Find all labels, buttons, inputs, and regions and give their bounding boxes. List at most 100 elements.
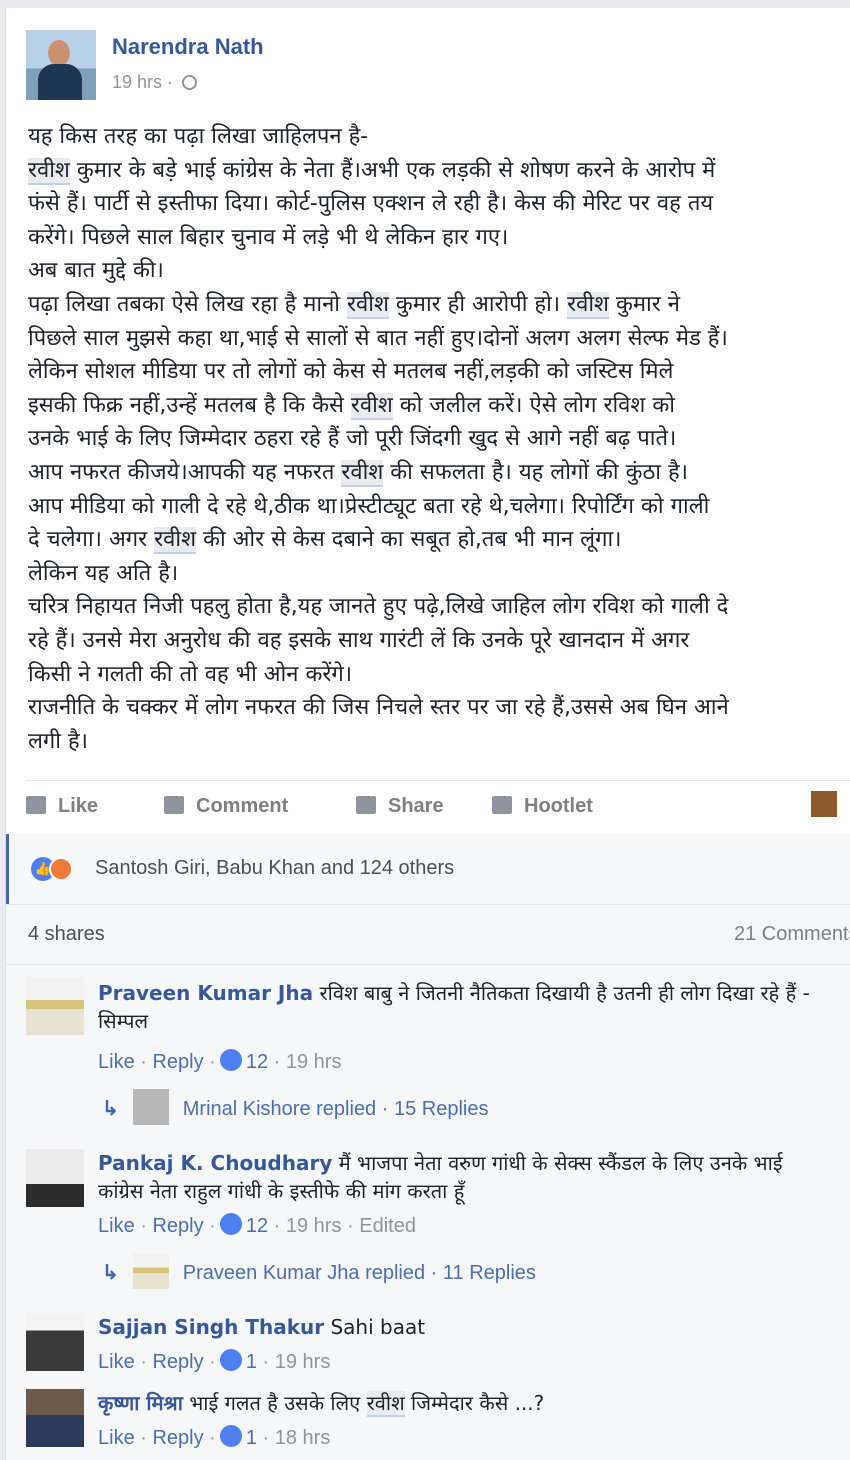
comment-text: Pankaj K. Choudhary मैं भाजपा नेता वरुण … <box>98 1151 783 1175</box>
post-text-line: पिछले साल मुझसे कहा था,भाई से सालों से ब… <box>28 322 850 356</box>
post-text-segment: फंसे हैं। पार्टी से इस्तीफा दिया। कोर्ट-… <box>28 191 714 217</box>
comment-time[interactable]: 18 hrs <box>275 1427 331 1449</box>
comment-edited[interactable]: Edited <box>359 1215 416 1237</box>
comment-meta: Like · Reply · 12 · 19 hrs · Edited <box>98 1213 416 1237</box>
post-text-line: पढ़ा लिखा तबका ऐसे लिख रहा है मानो रवीश … <box>28 288 850 322</box>
comment-meta: Like · Reply · 1 · 18 hrs <box>98 1425 331 1449</box>
comment-reply-link[interactable]: Reply <box>152 1351 203 1373</box>
owl-icon <box>492 796 512 814</box>
post-text-line: राजनीति के चक्कर में लोग नफरत की जिस निच… <box>28 691 850 725</box>
post-text-line: दे चलेगा। अगर रवीश की ओर से केस दबाने का… <box>28 523 850 557</box>
post-text-segment: कुमार के बड़े भाई कांग्रेस के नेता हैं।अ… <box>69 157 716 183</box>
comment-reply-link[interactable]: Reply <box>152 1051 203 1073</box>
post-text-segment: अब बात मुद्दे की। <box>28 258 164 284</box>
commenter-name[interactable]: Praveen Kumar Jha <box>98 981 313 1005</box>
post-text-segment: आप नफरत कीजये।आपकी यह नफरत <box>28 459 342 485</box>
post-text-segment: करेंगे। पिछले साल बिहार चुनाव में लड़े भ… <box>28 224 509 250</box>
comment-like-link[interactable]: Like <box>98 1051 135 1073</box>
comment-like-link[interactable]: Like <box>98 1351 135 1373</box>
mention-tag[interactable]: रवीश <box>347 291 389 319</box>
comment-button[interactable]: Comment <box>164 795 288 818</box>
post-text-segment: पिछले साल मुझसे कहा था,भाई से सालों से ब… <box>28 325 728 351</box>
commenter-avatar[interactable] <box>26 1149 84 1207</box>
comment-text-cont: कांग्रेस नेता राहुल गांधी के इस्तीफे की … <box>98 1179 465 1203</box>
reactions-row[interactable]: 👍 Santosh Giri, Babu Khan and 124 others <box>6 834 850 904</box>
post-text-line: लेकिन यह अति है। <box>28 557 850 591</box>
reply-arrow-icon: ↳ <box>102 1098 119 1120</box>
post-text-line: आप नफरत कीजये।आपकी यह नफरत रवीश की सफलता… <box>28 456 850 490</box>
reply-arrow-icon: ↳ <box>102 1262 119 1284</box>
post-text-segment: किसी ने गलती की तो वह भी ओन करेंगे। <box>28 661 353 687</box>
post-text-line: अब बात मुद्दे की। <box>28 254 850 288</box>
like-count-icon <box>219 1349 242 1371</box>
mention-tag[interactable]: रवीश <box>350 392 393 420</box>
mention-tag[interactable]: रवीश <box>366 1391 405 1417</box>
actor-selector-avatar[interactable] <box>811 791 837 817</box>
comment-text: Sajjan Singh Thakur Sahi baat <box>98 1315 426 1339</box>
commenter-name[interactable]: Sajjan Singh Thakur <box>98 1315 324 1339</box>
post-text-line: लगी है। <box>28 725 850 759</box>
post-text-line: लेकिन सोशल मीडिया पर तो लोगों को केस से … <box>28 355 850 389</box>
comment-time[interactable]: 19 hrs <box>286 1051 342 1073</box>
commenter-avatar[interactable] <box>26 1313 84 1371</box>
replies-link[interactable]: ↳ Praveen Kumar Jha replied · 11 Replies <box>102 1253 536 1289</box>
author-avatar[interactable] <box>26 30 96 100</box>
comment-meta: Like · Reply · 12 · 19 hrs <box>98 1049 342 1073</box>
comment-reply-link[interactable]: Reply <box>152 1215 203 1237</box>
like-button[interactable]: Like <box>26 795 98 818</box>
commenter-avatar[interactable] <box>26 1389 84 1447</box>
post-timestamp[interactable]: 19 hrs · <box>112 72 173 92</box>
comment-like-link[interactable]: Like <box>98 1427 135 1449</box>
comment-like-count[interactable]: 1 <box>246 1427 257 1449</box>
stats-row: 4 shares 21 Comments <box>6 904 850 965</box>
comment-text: Praveen Kumar Jha रविश बाबु ने जितनी नैत… <box>98 981 810 1005</box>
post-text-segment: राजनीति के चक्कर में लोग नफरत की जिस निच… <box>28 695 729 721</box>
post-text-line: यह किस तरह का पढ़ा लिखा जाहिलपन है- <box>28 120 850 154</box>
post-text-segment: यह किस तरह का पढ़ा लिखा जाहिलपन है- <box>28 124 369 149</box>
comments-count[interactable]: 21 Comments <box>734 923 850 946</box>
replier-avatar <box>132 1253 169 1289</box>
share-icon <box>356 796 376 814</box>
replies-link[interactable]: ↳ Mrinal Kishore replied · 15 Replies <box>102 1089 488 1125</box>
post-text-line: रहे हैं। उनसे मेरा अनुरोध की वह इसके साथ… <box>28 624 850 658</box>
mention-tag[interactable]: रवीश <box>154 527 197 555</box>
post-text-line: उनके भाई के लिए जिम्मेदार ठहरा रहे हैं ज… <box>28 422 850 456</box>
comment-like-count[interactable]: 12 <box>246 1215 268 1237</box>
comment-time[interactable]: 19 hrs <box>286 1215 342 1237</box>
post-text-line: करेंगे। पिछले साल बिहार चुनाव में लड़े भ… <box>28 221 850 255</box>
comment-text-cont: सिम्पल <box>98 1009 148 1033</box>
share-button[interactable]: Share <box>356 795 444 818</box>
angry-reaction-icon <box>49 857 73 881</box>
comment-icon <box>164 796 184 814</box>
comment-meta: Like · Reply · 1 · 19 hrs <box>98 1349 331 1373</box>
post-text-segment: कुमार ही आरोपी हो। <box>388 291 568 317</box>
author-name[interactable]: Narendra Nath <box>112 34 264 60</box>
hootlet-button[interactable]: Hootlet <box>492 795 593 818</box>
post-text-line: रवीश कुमार के बड़े भाई कांग्रेस के नेता … <box>28 154 850 188</box>
comment-like-count[interactable]: 1 <box>246 1351 257 1373</box>
mention-tag[interactable]: रवीश <box>28 157 70 185</box>
comment-like-count[interactable]: 12 <box>246 1051 268 1073</box>
post-text-line: आप मीडिया को गाली दे रहे थे,ठीक था।प्रेस… <box>28 490 850 524</box>
mention-tag[interactable]: रवीश <box>341 459 384 487</box>
post-text-segment: पढ़ा लिखा तबका ऐसे लिख रहा है मानो <box>28 291 348 317</box>
post-text-line: किसी ने गलती की तो वह भी ओन करेंगे। <box>28 658 850 692</box>
post-time[interactable]: 19 hrs · <box>112 72 198 93</box>
post-text-segment: चरित्र निहायत निजी पहलु होता है,यह जानते… <box>28 594 729 620</box>
post-text-segment: आप मीडिया को गाली दे रहे थे,ठीक था।प्रेस… <box>28 493 710 519</box>
comment-reply-link[interactable]: Reply <box>152 1427 203 1449</box>
post-card: Narendra Nath 19 hrs · यह किस तरह का पढ़… <box>5 8 850 1460</box>
commenter-name[interactable]: कृष्णा मिश्रा <box>98 1391 183 1415</box>
action-bar: Like Comment Share Hootlet <box>26 780 850 836</box>
shares-count[interactable]: 4 shares <box>28 923 105 946</box>
comment-like-link[interactable]: Like <box>98 1215 135 1237</box>
like-count-icon <box>219 1213 242 1235</box>
reactions-summary[interactable]: Santosh Giri, Babu Khan and 124 others <box>95 857 454 880</box>
post-text-segment: लेकिन सोशल मीडिया पर तो लोगों को केस से … <box>28 359 674 385</box>
comment-time[interactable]: 19 hrs <box>275 1351 331 1373</box>
mention-tag[interactable]: रवीश <box>567 291 609 319</box>
commenter-avatar[interactable] <box>26 977 84 1035</box>
commenter-name[interactable]: Pankaj K. Choudhary <box>98 1151 332 1175</box>
post-text-segment: दे चलेगा। अगर <box>28 527 155 553</box>
post-text-segment: कुमार ने <box>608 291 680 317</box>
